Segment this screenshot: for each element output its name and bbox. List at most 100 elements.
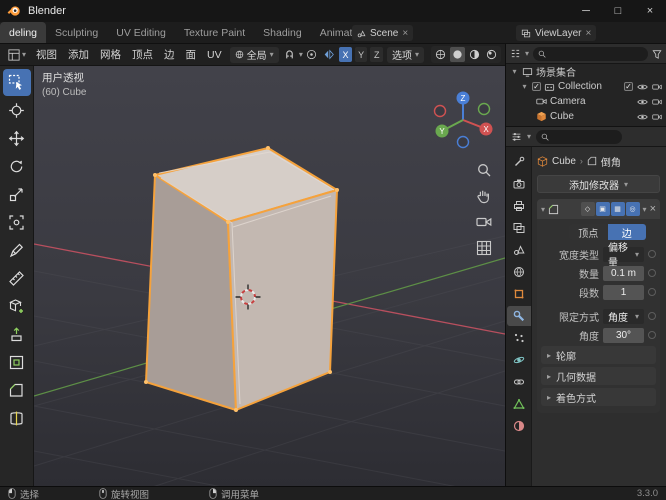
gizmo-z-neg-axis[interactable] bbox=[456, 135, 470, 149]
render-camera-icon[interactable] bbox=[652, 98, 662, 106]
transform-orientation-dropdown[interactable]: 全局 ▾ bbox=[229, 46, 279, 63]
shading-rendered-button[interactable] bbox=[484, 47, 499, 62]
panel-expand-icon[interactable]: ▾ bbox=[541, 205, 545, 214]
workspace-tab-texture-paint[interactable]: Texture Paint bbox=[175, 22, 254, 43]
camera-view-icon[interactable] bbox=[476, 214, 492, 230]
mirror-toggle[interactable] bbox=[321, 47, 337, 63]
animate-decorator[interactable] bbox=[648, 312, 656, 320]
scene-unlink-icon[interactable]: × bbox=[402, 28, 408, 39]
menu-view[interactable]: 视图 bbox=[31, 47, 62, 62]
animate-decorator[interactable] bbox=[648, 288, 656, 296]
tool-select-box[interactable] bbox=[2, 69, 31, 96]
tab-render-properties[interactable] bbox=[507, 174, 531, 194]
tool-rotate[interactable] bbox=[3, 153, 31, 180]
edit-mode-toggle[interactable]: ▣ bbox=[595, 202, 610, 216]
segments-field[interactable]: 1 bbox=[603, 284, 644, 300]
tab-viewlayer-properties[interactable] bbox=[507, 218, 531, 238]
breadcrumb-object[interactable]: Cube bbox=[552, 156, 576, 167]
expand-icon[interactable]: ▾ bbox=[520, 82, 529, 91]
outliner-row-collection[interactable]: ▾ ✓ Collection ✓ bbox=[506, 79, 666, 94]
render-camera-icon[interactable] bbox=[652, 83, 662, 91]
affect-vertices-tab[interactable]: 顶点 bbox=[569, 224, 608, 240]
pan-hand-icon[interactable] bbox=[476, 188, 492, 204]
tool-transform[interactable] bbox=[3, 209, 31, 236]
workspace-tab-shading[interactable]: Shading bbox=[254, 22, 311, 43]
render-toggle[interactable]: ◎ bbox=[625, 202, 640, 216]
workspace-tab-uv-editing[interactable]: UV Editing bbox=[107, 22, 175, 43]
tab-tool-properties[interactable] bbox=[507, 152, 531, 172]
animate-decorator[interactable] bbox=[648, 250, 656, 258]
menu-vertex[interactable]: 顶点 bbox=[127, 47, 158, 62]
chevron-down-icon[interactable]: ▾ bbox=[525, 49, 529, 58]
modifier-extras-menu-icon[interactable]: ▾ bbox=[643, 205, 647, 214]
navigation-gizmo[interactable]: Z X Y bbox=[431, 88, 495, 152]
limit-method-dropdown[interactable]: 角度 ▾ bbox=[603, 308, 644, 324]
workspace-tab-modeling[interactable]: deling bbox=[0, 22, 47, 43]
shading-wireframe-button[interactable] bbox=[433, 47, 448, 62]
on-cage-toggle[interactable]: ◇ bbox=[580, 202, 595, 216]
tool-cursor[interactable] bbox=[3, 97, 31, 124]
breadcrumb-modifier[interactable]: 倒角 bbox=[601, 154, 621, 169]
menu-edge[interactable]: 边 bbox=[159, 47, 180, 62]
affect-edges-tab[interactable]: 边 bbox=[607, 224, 646, 240]
shading-solid-button[interactable] bbox=[450, 47, 465, 62]
tool-annotate[interactable] bbox=[3, 237, 31, 264]
tool-inset-faces[interactable] bbox=[3, 349, 31, 376]
render-camera-icon[interactable] bbox=[652, 113, 662, 121]
outliner-row-camera[interactable]: Camera bbox=[506, 94, 666, 109]
modifier-delete-icon[interactable]: × bbox=[650, 203, 656, 215]
tool-extrude-region[interactable] bbox=[3, 321, 31, 348]
gizmo-x-neg-axis[interactable] bbox=[433, 104, 447, 118]
maximize-button[interactable]: □ bbox=[602, 0, 634, 22]
tool-move[interactable] bbox=[3, 125, 31, 152]
tab-constraint-properties[interactable] bbox=[507, 372, 531, 392]
options-dropdown[interactable]: 选项 ▾ bbox=[386, 46, 424, 63]
workspace-tab-sculpting[interactable]: Sculpting bbox=[46, 22, 107, 43]
exclude-checkbox[interactable]: ✓ bbox=[624, 82, 633, 91]
animate-decorator[interactable] bbox=[648, 269, 656, 277]
shading-material-button[interactable] bbox=[467, 47, 482, 62]
width-type-dropdown[interactable]: 偏移量 ▾ bbox=[603, 243, 644, 269]
collection-checkbox[interactable]: ✓ bbox=[532, 82, 541, 91]
proportional-editing-toggle[interactable] bbox=[304, 47, 320, 63]
hide-eye-icon[interactable] bbox=[637, 113, 648, 121]
outliner-editor-icon[interactable] bbox=[510, 48, 521, 59]
viewlayer-unlink-icon[interactable]: × bbox=[586, 28, 592, 39]
close-button[interactable]: × bbox=[634, 0, 666, 22]
add-modifier-button[interactable]: 添加修改器 ▾ bbox=[537, 175, 660, 193]
cube-mesh[interactable] bbox=[145, 147, 338, 411]
filter-funnel-icon[interactable] bbox=[652, 49, 662, 59]
snap-settings-chevron[interactable]: ▾ bbox=[299, 50, 303, 59]
grid-ortho-icon[interactable] bbox=[476, 240, 492, 256]
tab-scene-properties[interactable] bbox=[507, 240, 531, 260]
chevron-down-icon[interactable]: ▾ bbox=[527, 132, 531, 141]
tab-particle-properties[interactable] bbox=[507, 328, 531, 348]
expand-icon[interactable]: ▾ bbox=[510, 67, 519, 76]
viewlayer-selector[interactable]: ViewLayer × bbox=[516, 25, 597, 41]
snap-toggle[interactable] bbox=[282, 47, 298, 63]
section-profile[interactable]: ▸ 轮廓 bbox=[541, 346, 656, 364]
minimize-button[interactable]: ─ bbox=[570, 0, 602, 22]
menu-uv[interactable]: UV bbox=[202, 49, 227, 61]
amount-field[interactable]: 0.1 m bbox=[603, 265, 644, 281]
mirror-axis-z[interactable]: Z bbox=[370, 47, 383, 62]
animate-decorator[interactable] bbox=[648, 331, 656, 339]
mirror-axis-y[interactable]: Y bbox=[354, 47, 368, 62]
tool-measure[interactable] bbox=[3, 265, 31, 292]
tab-material-properties[interactable] bbox=[507, 416, 531, 436]
tool-bevel[interactable] bbox=[3, 377, 31, 404]
menu-mesh[interactable]: 网格 bbox=[95, 47, 126, 62]
zoom-icon[interactable] bbox=[476, 162, 492, 178]
hide-eye-icon[interactable] bbox=[637, 83, 648, 91]
tool-add-cube[interactable] bbox=[3, 293, 31, 320]
tool-loop-cut[interactable] bbox=[3, 405, 31, 432]
scene-selector[interactable]: Scene × bbox=[352, 25, 414, 41]
outliner-search-field[interactable] bbox=[533, 46, 648, 61]
tab-world-properties[interactable] bbox=[507, 262, 531, 282]
tab-modifier-properties[interactable] bbox=[506, 306, 531, 326]
realtime-toggle[interactable]: ▦ bbox=[610, 202, 625, 216]
tab-physics-properties[interactable] bbox=[507, 350, 531, 370]
section-shading[interactable]: ▸ 着色方式 bbox=[541, 388, 656, 406]
outliner-row-cube[interactable]: Cube bbox=[506, 109, 666, 124]
menu-add[interactable]: 添加 bbox=[63, 47, 94, 62]
